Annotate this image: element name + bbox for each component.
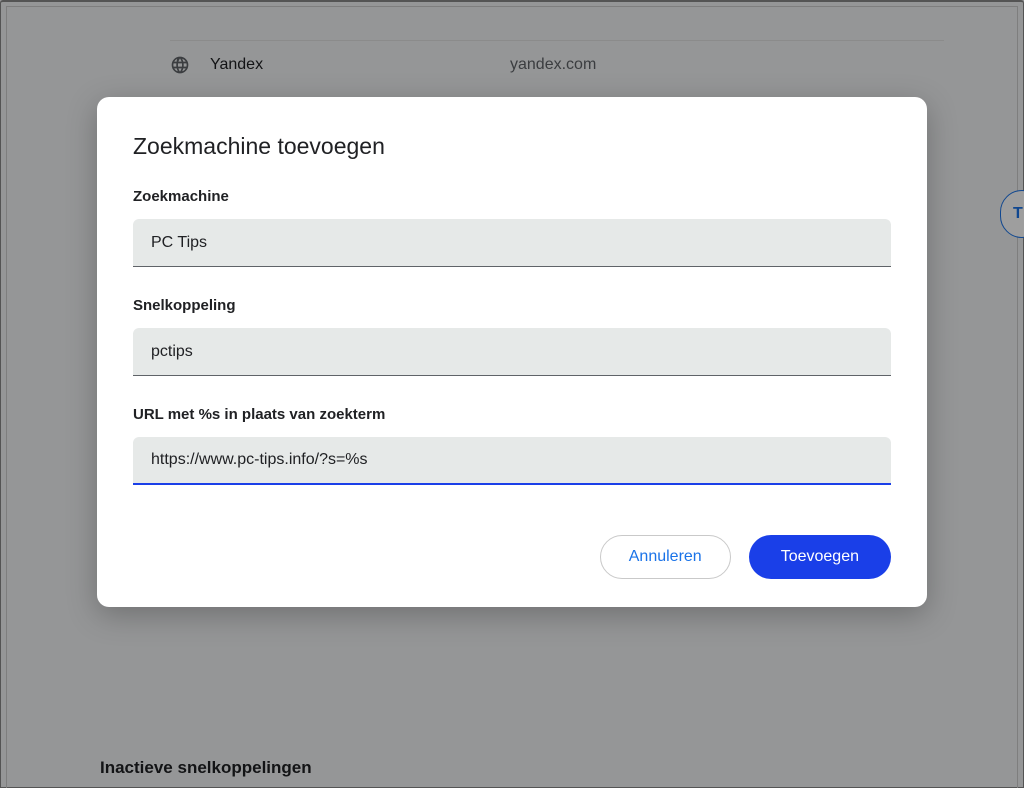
cancel-button[interactable]: Annuleren [600,535,731,579]
label-shortcut: Snelkoppeling [133,297,891,314]
shortcut-input[interactable] [133,328,891,376]
search-engine-input[interactable] [133,219,891,267]
field-group-url: URL met %s in plaats van zoekterm [133,406,891,485]
dialog-actions: Annuleren Toevoegen [133,535,891,579]
label-url: URL met %s in plaats van zoekterm [133,406,891,423]
field-group-name: Zoekmachine [133,188,891,267]
add-search-engine-dialog: Zoekmachine toevoegen Zoekmachine Snelko… [97,97,927,607]
label-search-engine: Zoekmachine [133,188,891,205]
dialog-title: Zoekmachine toevoegen [133,133,891,160]
field-group-shortcut: Snelkoppeling [133,297,891,376]
url-input[interactable] [133,437,891,485]
add-button[interactable]: Toevoegen [749,535,891,579]
